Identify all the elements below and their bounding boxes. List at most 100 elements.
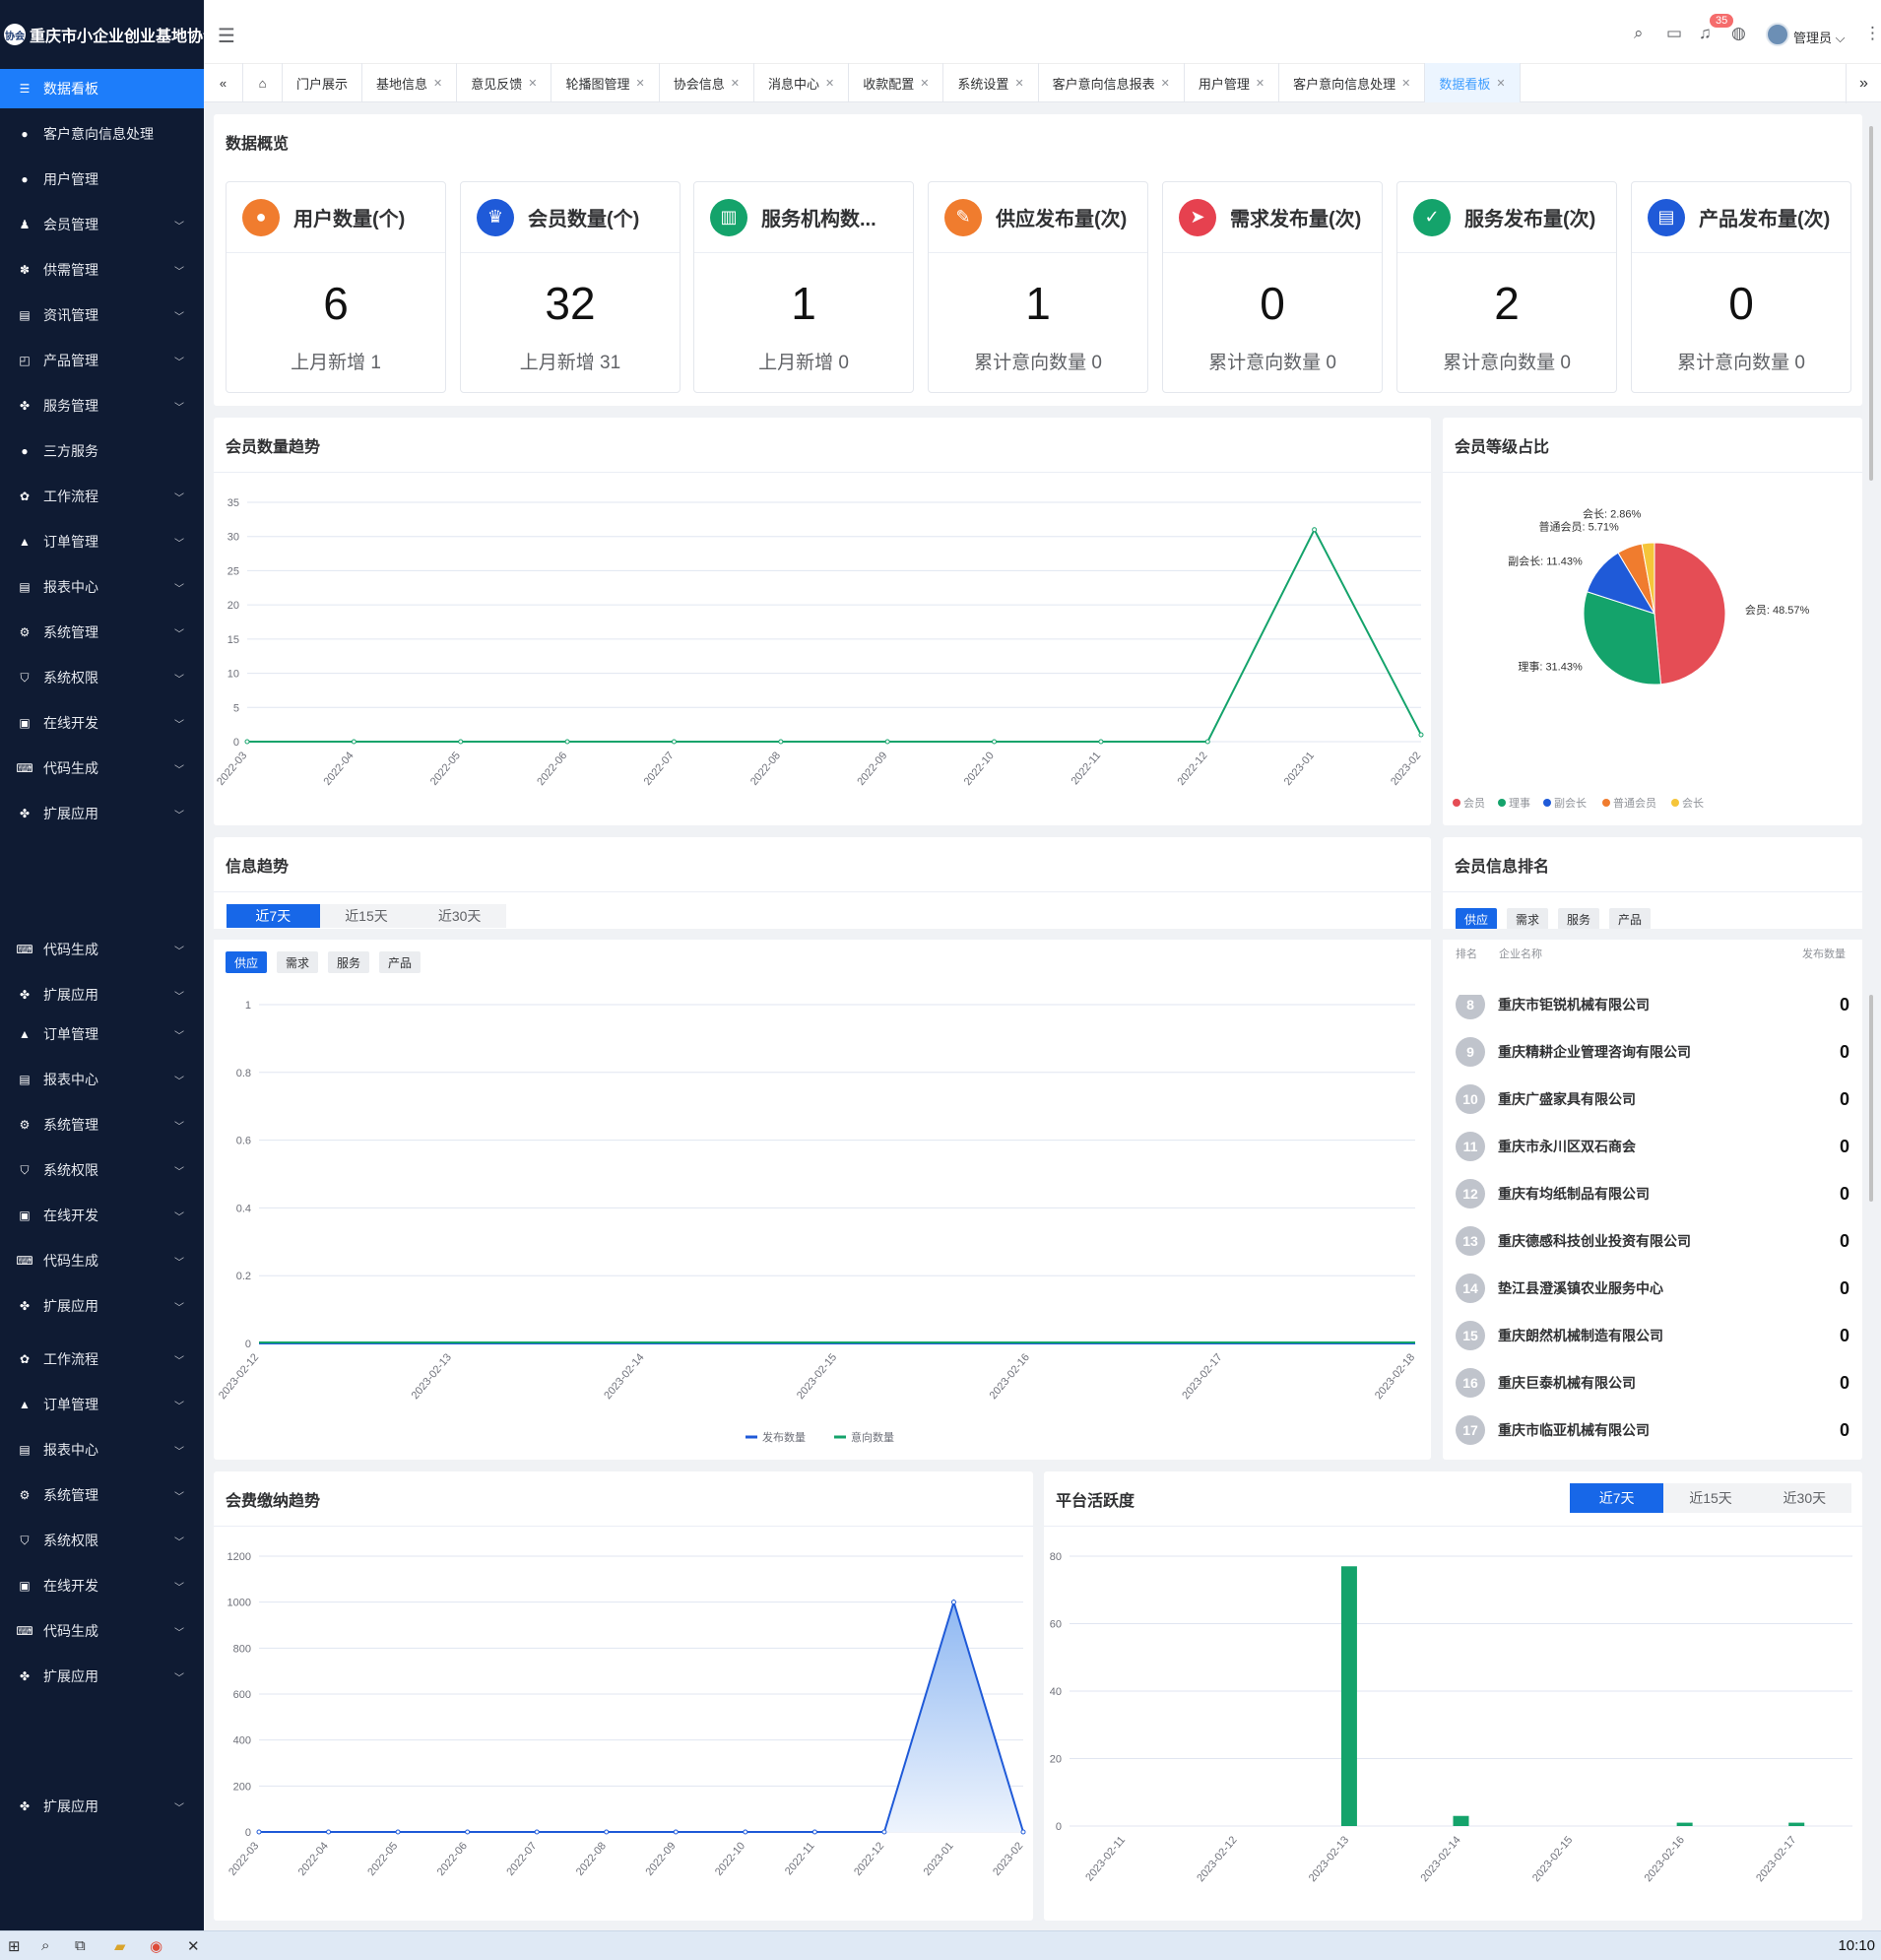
user-menu[interactable]: 管理员 ⌵	[1793, 28, 1846, 46]
tab-10[interactable]: 客户意向信息处理 ✕	[1279, 63, 1426, 102]
ranking-row[interactable]: 10 重庆广盛家具有限公司 0	[1456, 1076, 1849, 1123]
type-pill-3[interactable]: 产品	[1609, 908, 1652, 930]
tabs-scroll-left-icon[interactable]: «	[204, 63, 243, 102]
close-icon[interactable]: ✕	[1401, 77, 1410, 90]
ranking-row[interactable]: 14 垫江县澄溪镇农业服务中心 0	[1456, 1265, 1849, 1312]
sidebar-item-30[interactable]: ⛉ 系统权限 ﹀	[0, 1521, 204, 1560]
globe-icon[interactable]: ◍	[1731, 24, 1746, 43]
sidebar-item-2[interactable]: ● 用户管理	[0, 160, 204, 199]
close-icon[interactable]: ✕	[1496, 77, 1505, 90]
sidebar-item-26[interactable]: ✿ 工作流程 ﹀	[0, 1339, 204, 1379]
tabs-scroll-right-icon[interactable]: »	[1846, 64, 1881, 103]
sidebar-item-18[interactable]: ✤ 扩展应用 ﹀	[0, 975, 204, 1014]
sidebar-item-21[interactable]: ⚙ 系统管理 ﹀	[0, 1105, 204, 1144]
more-vertical-icon[interactable]: ⋮	[1864, 24, 1881, 43]
close-icon[interactable]: ✕	[825, 77, 834, 90]
ranking-row[interactable]: 16 重庆巨泰机械有限公司 0	[1456, 1359, 1849, 1406]
sidebar-item-16[interactable]: ✤ 扩展应用 ﹀	[0, 794, 204, 833]
close-icon[interactable]: ✕	[1161, 77, 1170, 90]
ranking-row[interactable]: 17 重庆市临亚机械有限公司 0	[1456, 1406, 1849, 1454]
close-icon[interactable]: ✕	[1256, 77, 1265, 90]
type-pill-0[interactable]: 供应	[1456, 908, 1498, 930]
app-window-icon[interactable]: ✕	[187, 1937, 200, 1955]
sidebar-item-1[interactable]: ● 客户意向信息处理	[0, 114, 204, 154]
bell-icon[interactable]: ♫	[1699, 24, 1712, 43]
sidebar-item-24[interactable]: ⌨ 代码生成 ﹀	[0, 1241, 204, 1280]
type-pill-0[interactable]: 供应	[226, 951, 268, 973]
tab-5[interactable]: 消息中心 ✕	[754, 63, 850, 102]
sidebar-item-32[interactable]: ⌨ 代码生成 ﹀	[0, 1611, 204, 1651]
type-pill-2[interactable]: 服务	[328, 951, 370, 973]
sidebar-item-28[interactable]: ▤ 报表中心 ﹀	[0, 1430, 204, 1470]
sidebar-item-34[interactable]: ✤ 扩展应用 ﹀	[0, 1787, 204, 1826]
sidebar-item-6[interactable]: ◰ 产品管理 ﹀	[0, 341, 204, 380]
sidebar-item-4[interactable]: ✽ 供需管理 ﹀	[0, 250, 204, 290]
tab-4[interactable]: 协会信息 ✕	[660, 63, 754, 102]
close-icon[interactable]: ✕	[731, 77, 740, 90]
type-pill-3[interactable]: 产品	[379, 951, 422, 973]
sidebar-item-22[interactable]: ⛉ 系统权限 ﹀	[0, 1150, 204, 1190]
close-icon[interactable]: ✕	[1014, 77, 1023, 90]
ranking-row[interactable]: 12 重庆有均纸制品有限公司 0	[1456, 1170, 1849, 1217]
page-scrollbar[interactable]	[1869, 126, 1873, 481]
sidebar-item-29[interactable]: ⚙ 系统管理 ﹀	[0, 1475, 204, 1515]
ranking-row[interactable]: 13 重庆德感科技创业投资有限公司 0	[1456, 1217, 1849, 1265]
sidebar-item-25[interactable]: ✤ 扩展应用 ﹀	[0, 1286, 204, 1326]
sidebar-item-7[interactable]: ✤ 服务管理 ﹀	[0, 386, 204, 425]
ranking-row[interactable]: 9 重庆精耕企业管理咨询有限公司 0	[1456, 1028, 1849, 1076]
sidebar-item-12[interactable]: ⚙ 系统管理 ﹀	[0, 613, 204, 652]
sidebar-item-3[interactable]: ♟ 会员管理 ﹀	[0, 205, 204, 244]
sidebar-item-19[interactable]: ▲ 订单管理 ﹀	[0, 1014, 204, 1054]
ranking-row[interactable]: 11 重庆市永川区双石商会 0	[1456, 1123, 1849, 1170]
sidebar-item-10[interactable]: ▲ 订单管理 ﹀	[0, 522, 204, 561]
type-pill-1[interactable]: 需求	[277, 951, 319, 973]
windows-start-icon[interactable]: ⊞	[8, 1937, 21, 1955]
sidebar-item-5[interactable]: ▤ 资讯管理 ﹀	[0, 295, 204, 335]
tab-9[interactable]: 用户管理 ✕	[1185, 63, 1280, 102]
home-tab-icon[interactable]: ⌂	[243, 63, 283, 102]
chrome-icon[interactable]: ◉	[150, 1937, 162, 1955]
sidebar-item-17[interactable]: ⌨ 代码生成 ﹀	[0, 930, 204, 969]
type-pill-1[interactable]: 需求	[1507, 908, 1549, 930]
sidebar-item-14[interactable]: ▣ 在线开发 ﹀	[0, 703, 204, 743]
message-icon[interactable]: ▭	[1666, 24, 1682, 43]
range-tab-0[interactable]: 近7天	[1570, 1483, 1664, 1513]
type-pill-2[interactable]: 服务	[1558, 908, 1600, 930]
tab-7[interactable]: 系统设置 ✕	[943, 63, 1039, 102]
close-icon[interactable]: ✕	[636, 77, 645, 90]
tab-8[interactable]: 客户意向信息报表 ✕	[1039, 63, 1185, 102]
folder-icon[interactable]: ▰	[114, 1937, 126, 1955]
range-tab-2[interactable]: 近30天	[413, 904, 506, 928]
sidebar-item-15[interactable]: ⌨ 代码生成 ﹀	[0, 749, 204, 788]
sidebar-item-0[interactable]: ☰ 数据看板	[0, 69, 204, 108]
sidebar-item-31[interactable]: ▣ 在线开发 ﹀	[0, 1566, 204, 1605]
avatar[interactable]	[1766, 23, 1789, 46]
ranking-row[interactable]: 15 重庆朗然机械制造有限公司 0	[1456, 1312, 1849, 1359]
close-icon[interactable]: ✕	[433, 77, 442, 90]
app-logo[interactable]: 协会 重庆市小企业创业基地协会	[0, 0, 204, 69]
tab-0[interactable]: 门户展示	[283, 63, 363, 102]
tab-11[interactable]: 数据看板 ✕	[1425, 63, 1521, 102]
sidebar-item-20[interactable]: ▤ 报表中心 ﹀	[0, 1060, 204, 1099]
tab-3[interactable]: 轮播图管理 ✕	[551, 63, 660, 102]
sidebar-item-8[interactable]: ● 三方服务	[0, 431, 204, 471]
range-tab-1[interactable]: 近15天	[320, 904, 414, 928]
range-tab-1[interactable]: 近15天	[1663, 1483, 1757, 1513]
range-tab-0[interactable]: 近7天	[227, 904, 320, 928]
sidebar-item-23[interactable]: ▣ 在线开发 ﹀	[0, 1196, 204, 1235]
menu-toggle-icon[interactable]: ☰	[218, 24, 235, 48]
range-tab-2[interactable]: 近30天	[1758, 1483, 1851, 1513]
sidebar-item-11[interactable]: ▤ 报表中心 ﹀	[0, 567, 204, 607]
tab-2[interactable]: 意见反馈 ✕	[457, 63, 552, 102]
sidebar-item-9[interactable]: ✿ 工作流程 ﹀	[0, 477, 204, 516]
tab-1[interactable]: 基地信息 ✕	[362, 63, 458, 102]
close-icon[interactable]: ✕	[528, 77, 537, 90]
sidebar-item-33[interactable]: ✤ 扩展应用 ﹀	[0, 1657, 204, 1696]
close-icon[interactable]: ✕	[920, 77, 929, 90]
sidebar-item-27[interactable]: ▲ 订单管理 ﹀	[0, 1385, 204, 1424]
ranking-scrollbar[interactable]	[1869, 995, 1873, 1202]
search-icon[interactable]: ⌕	[1634, 24, 1644, 43]
sidebar-item-13[interactable]: ⛉ 系统权限 ﹀	[0, 658, 204, 697]
search-icon[interactable]: ⌕	[41, 1937, 49, 1954]
tab-6[interactable]: 收款配置 ✕	[849, 63, 944, 102]
